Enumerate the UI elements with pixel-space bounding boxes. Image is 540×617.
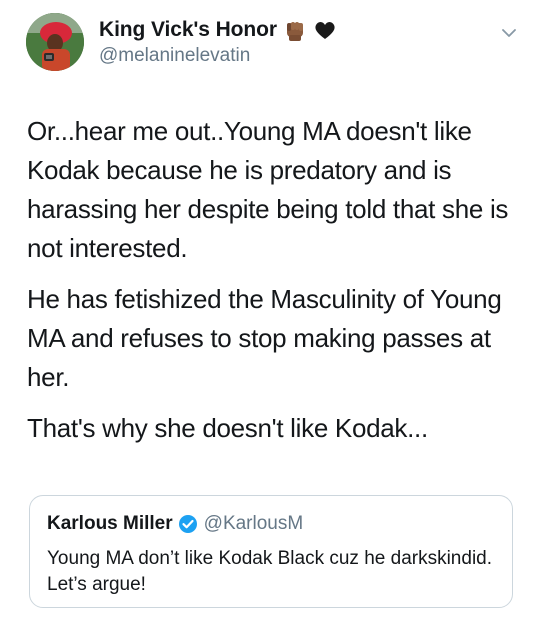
avatar-image [26, 13, 84, 71]
user-handle[interactable]: @melaninelevatin [99, 45, 337, 67]
chevron-down-icon[interactable] [502, 26, 516, 40]
raised-fist-icon [283, 18, 307, 42]
verified-badge-icon [178, 515, 197, 533]
tweet-card: King Vick's Honor @melaninelevatin Or...… [0, 0, 540, 617]
display-name[interactable]: King Vick's Honor [99, 18, 277, 42]
tweet-paragraph: He has fetishized the Masculinity of You… [27, 284, 502, 392]
quoted-tweet-text: Young MA don’t like Kodak Black cuz he d… [47, 548, 493, 595]
tweet-body: Or...hear me out..Young MA doesn't like … [27, 112, 517, 460]
avatar[interactable] [26, 13, 84, 71]
quoted-tweet[interactable]: Karlous Miller @KarlousM Young MA don’t … [29, 495, 513, 608]
display-name-row: King Vick's Honor [99, 17, 337, 43]
quoted-tweet-header: Karlous Miller @KarlousM [47, 513, 303, 535]
tweet-paragraph: That's why she doesn't like Kodak... [27, 413, 428, 443]
tweet-paragraph: Or...hear me out..Young MA doesn't like … [27, 116, 509, 263]
tweet-header: King Vick's Honor @melaninelevatin [99, 17, 337, 67]
black-heart-icon [313, 18, 337, 42]
quoted-display-name: Karlous Miller [47, 513, 173, 534]
quoted-user-handle: @KarlousM [203, 513, 304, 534]
